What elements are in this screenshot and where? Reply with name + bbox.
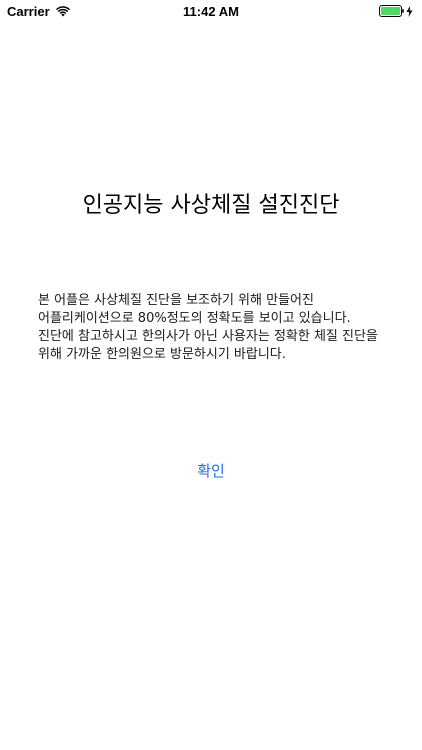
battery-icon [379, 5, 404, 17]
disclaimer-text: 본 어플은 사상체질 진단을 보조하기 위해 만들어진 어플리케이션으로 80%… [38, 293, 378, 362]
confirm-button[interactable]: 확인 [0, 460, 422, 482]
battery-group [379, 5, 413, 17]
status-time: 11:42 AM [183, 4, 239, 19]
confirm-button-label: 확인 [197, 462, 225, 480]
page-title: 인공지능 사상체질 설진진단 [82, 193, 340, 218]
status-bar: Carrier 11:42 AM [0, 0, 422, 22]
charging-bolt-icon [406, 5, 413, 17]
